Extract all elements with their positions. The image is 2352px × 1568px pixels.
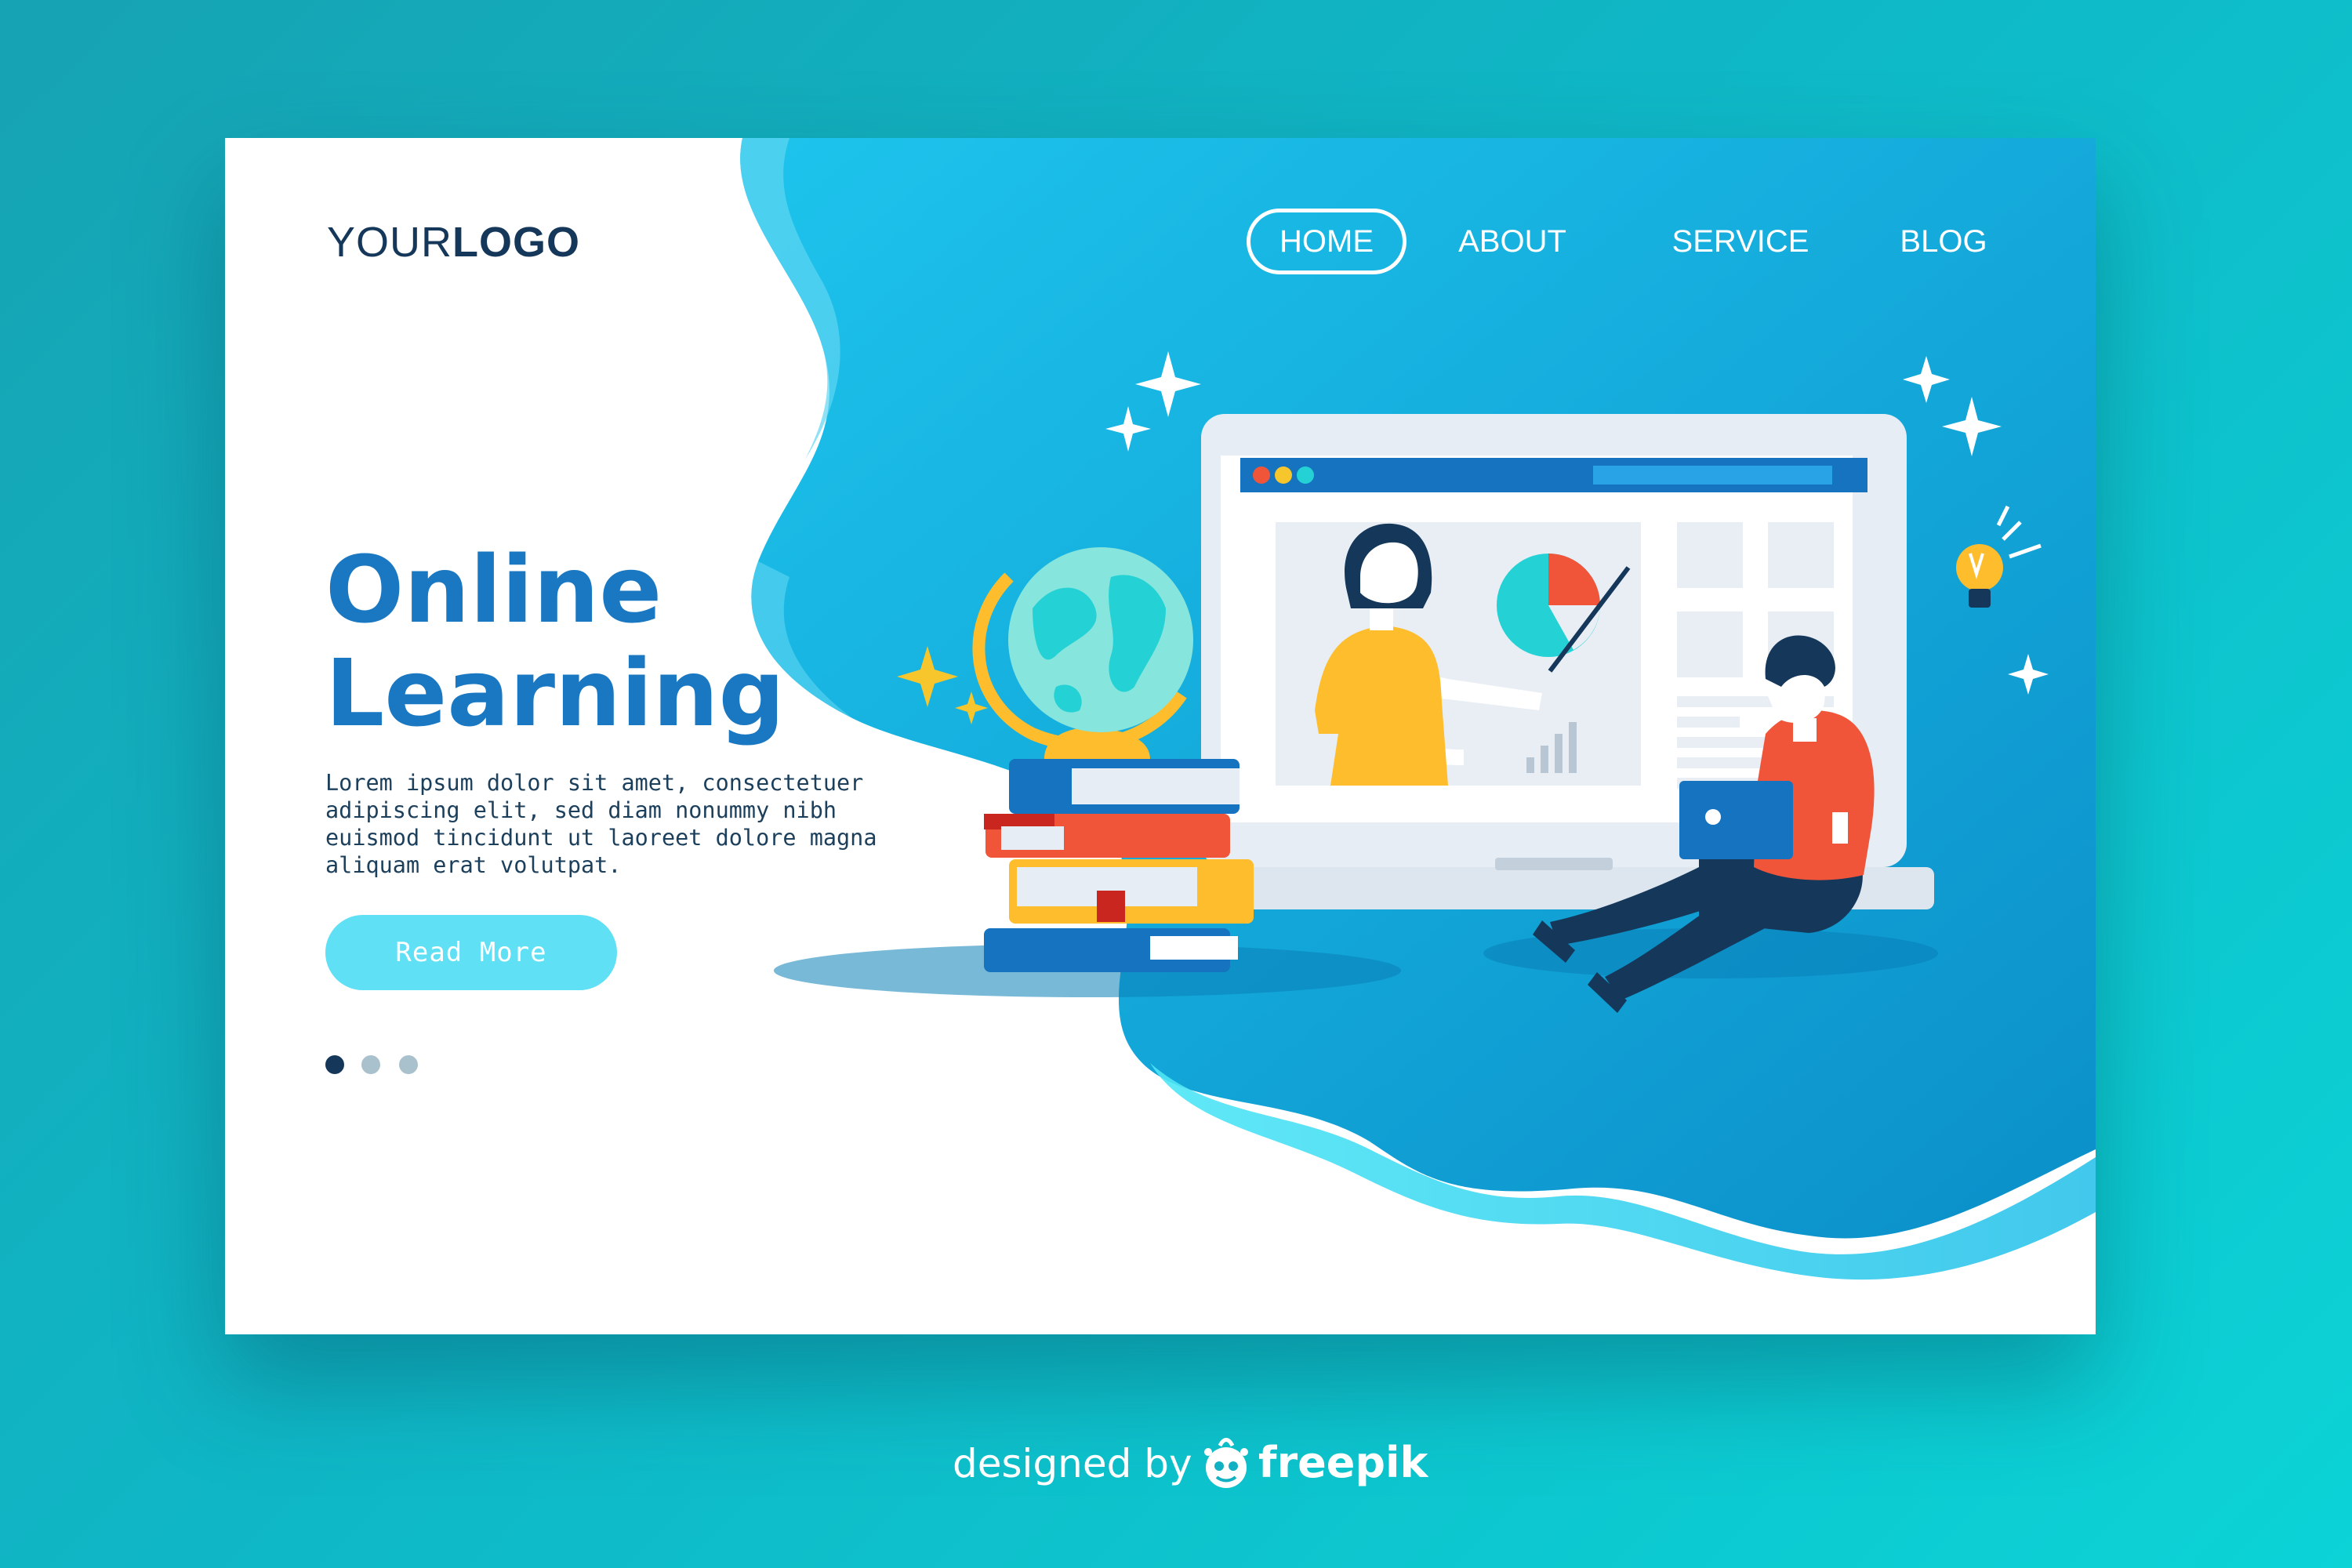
lightbulb-icon bbox=[1956, 505, 2042, 608]
landing-card: YOURLOGO HOME ABOUT SERVICE BLOG Online … bbox=[225, 138, 2096, 1334]
online-learning-illustration bbox=[774, 351, 2049, 1013]
book-stack bbox=[984, 759, 1254, 972]
freepik-logo-icon bbox=[1204, 1438, 1248, 1488]
credit-brand: freepik bbox=[1258, 1438, 1428, 1487]
globe-icon bbox=[972, 547, 1193, 759]
credit-prefix: designed by bbox=[953, 1441, 1192, 1486]
